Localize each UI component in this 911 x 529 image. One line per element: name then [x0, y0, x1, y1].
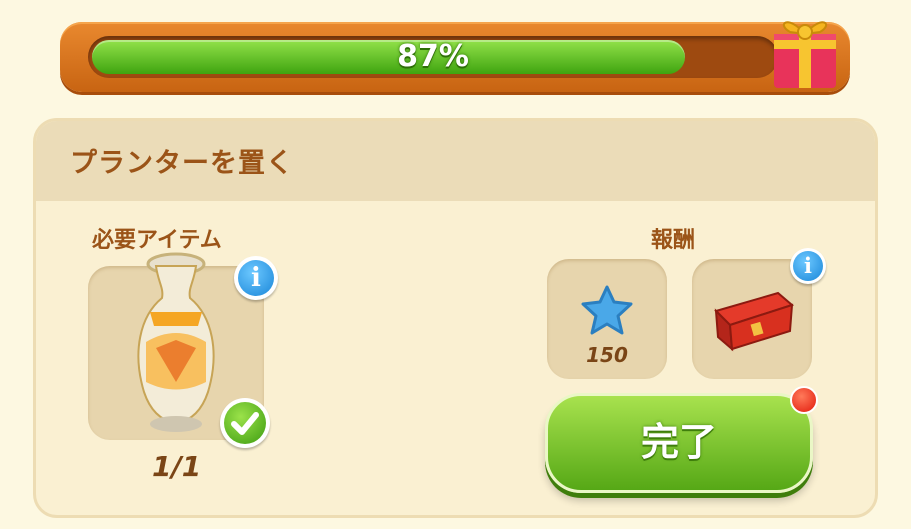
- required-item-info-icon[interactable]: i: [234, 256, 278, 300]
- gift-box-icon[interactable]: [768, 6, 842, 92]
- rewards-label: 報酬: [651, 228, 696, 253]
- star-reward-amount: 150: [586, 343, 628, 367]
- notification-dot-icon: [790, 386, 818, 414]
- required-item-count: 1/1: [152, 450, 202, 483]
- vase-icon: [137, 252, 215, 432]
- card-title: プランターを置く: [70, 148, 294, 179]
- progress-label: 87%: [397, 39, 469, 74]
- progress-track: 87%: [88, 36, 778, 78]
- complete-button-label: 完了: [640, 420, 717, 464]
- treasure-chest-icon: [714, 291, 795, 352]
- complete-button[interactable]: 完了: [545, 393, 813, 493]
- reward-slot-star[interactable]: 150: [547, 259, 667, 379]
- card-header: プランターを置く: [36, 121, 875, 201]
- checkmark-icon: [220, 398, 270, 448]
- star-icon: [581, 285, 633, 335]
- progress-bar: 87%: [60, 22, 850, 92]
- reward-info-icon[interactable]: i: [790, 248, 826, 284]
